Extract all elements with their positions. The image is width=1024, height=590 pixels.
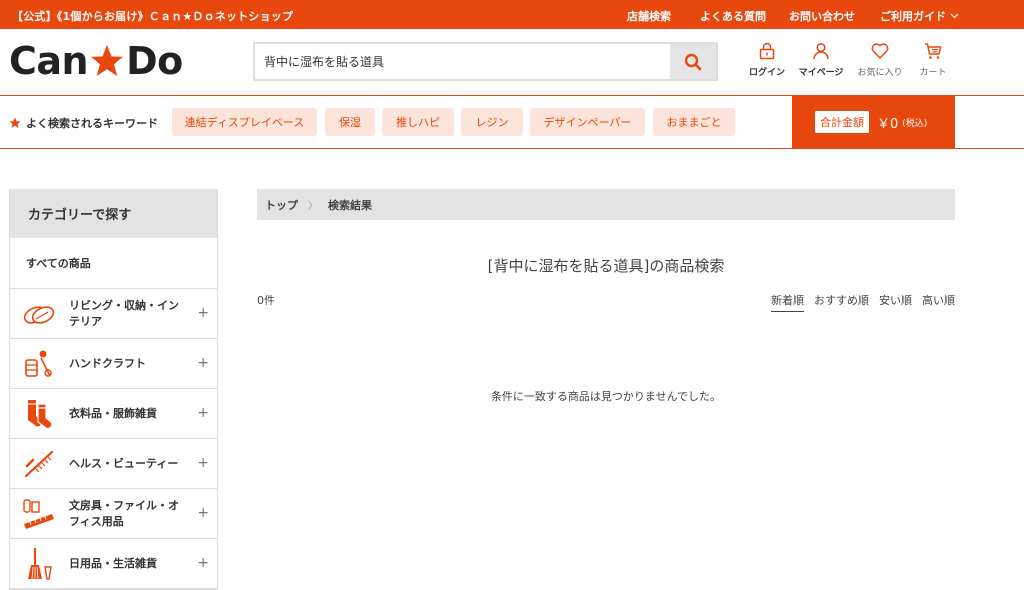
keyword-chip[interactable]: 推しハピ (382, 108, 454, 136)
sidebar-title: カテゴリーで探す (10, 189, 217, 238)
star-icon (9, 117, 21, 129)
expand-icon[interactable]: + (197, 405, 209, 421)
logo-text-right: Do (126, 39, 183, 83)
keyword-bar: よく検索されるキーワード 連結ディスプレイベース 保湿 推しハピ レジン デザイ… (0, 95, 1024, 149)
favorites-label: お気に入り (857, 68, 903, 78)
expand-icon[interactable]: + (197, 455, 209, 471)
site-tagline: 【公式】《1個からお届け》Ｃａｎ★Ｄｏネットショップ (12, 10, 294, 23)
sort-recommended[interactable]: おすすめ順 (814, 292, 869, 312)
category-sidebar: カテゴリーで探す すべての商品 リビング・収納・インテリア + ハンドクラフト … (9, 189, 218, 590)
logo-text-left: Can (9, 39, 89, 83)
keyword-heading: よく検索されるキーワード (9, 115, 158, 131)
keyword-chip[interactable]: 連結ディスプレイベース (172, 108, 317, 136)
cart-total-amount: ￥0 (877, 116, 899, 132)
breadcrumb-home[interactable]: トップ (265, 197, 298, 213)
sort-price-low[interactable]: 安い順 (879, 292, 912, 312)
result-count: 0件 (257, 294, 275, 307)
cart-button[interactable]: カート (903, 42, 963, 78)
lock-icon (737, 42, 797, 60)
chevron-down-icon (950, 13, 959, 19)
keyword-chip[interactable]: デザインペーパー (530, 108, 645, 136)
search-button[interactable] (670, 44, 716, 79)
craft-icon (22, 347, 56, 381)
store-search-link[interactable]: 店舗検索 (627, 8, 671, 24)
cart-label: カート (919, 68, 947, 78)
cart-total-box[interactable]: 合計金額 ￥0 (税込) (792, 96, 955, 148)
sidebar-item-clothing[interactable]: 衣料品・服飾雑貨 + (10, 389, 217, 439)
broom-icon (22, 547, 56, 581)
expand-icon[interactable]: + (197, 305, 209, 321)
sidebar-item-label: 文房具・ファイル・オフィス用品 (69, 498, 179, 528)
sidebar-item-living[interactable]: リビング・収納・インテリア + (10, 289, 217, 339)
sort-options: 新着順 おすすめ順 安い順 高い順 (771, 292, 955, 312)
mypage-button[interactable]: マイページ (791, 42, 851, 78)
breadcrumb-separator-icon: 〉 (308, 201, 318, 212)
heart-icon (850, 42, 910, 60)
contact-link[interactable]: お問い合わせ (789, 8, 855, 24)
page-title: [背中に湿布を貼る道具]の商品検索 (487, 257, 725, 275)
search-input[interactable] (255, 44, 670, 79)
expand-icon[interactable]: + (197, 355, 209, 371)
expand-icon[interactable]: + (197, 505, 209, 521)
cart-icon (903, 42, 963, 60)
keyword-label: よく検索されるキーワード (26, 117, 158, 130)
cart-total-label: 合計金額 (815, 111, 869, 133)
keyword-chip[interactable]: 保湿 (325, 108, 375, 136)
guide-menu[interactable]: ご利用ガイド (880, 8, 959, 24)
sidebar-item-label: ハンドクラフト (69, 356, 146, 370)
user-icon (791, 42, 851, 60)
sidebar-item-stationery[interactable]: 文房具・ファイル・オフィス用品 + (10, 489, 217, 539)
login-label: ログイン (748, 68, 785, 78)
sidebar-item-all[interactable]: すべての商品 (10, 238, 217, 289)
keyword-chip[interactable]: レジン (461, 108, 523, 136)
sidebar-item-label: 衣料品・服飾雑貨 (69, 406, 157, 420)
expand-icon[interactable]: + (197, 555, 209, 571)
logo-star-icon (90, 44, 124, 78)
sidebar-item-label: リビング・収納・インテリア (69, 298, 179, 328)
sort-newest[interactable]: 新着順 (771, 292, 804, 312)
sidebar-item-label: 日用品・生活雑貨 (69, 556, 157, 570)
socks-icon (22, 397, 56, 431)
login-button[interactable]: ログイン (737, 42, 797, 78)
breadcrumb: トップ 〉 検索結果 (257, 189, 955, 220)
sidebar-item-health[interactable]: ヘルス・ビューティー + (10, 439, 217, 489)
sidebar-item-daily[interactable]: 日用品・生活雑貨 + (10, 539, 217, 589)
sidebar-item-handcraft[interactable]: ハンドクラフト + (10, 339, 217, 389)
no-results-message: 条件に一致する商品は見つかりませんでした。 (490, 390, 722, 403)
faq-link[interactable]: よくある質問 (700, 8, 766, 24)
cart-total-tax: (税込) (902, 118, 928, 129)
favorites-button[interactable]: お気に入り (850, 42, 910, 78)
top-bar: 【公式】《1個からお届け》Ｃａｎ★Ｄｏネットショップ 店舗検索 よくある質問 お… (0, 0, 1024, 29)
search-box (253, 42, 718, 81)
sidebar-item-label: ヘルス・ビューティー (69, 456, 179, 470)
breadcrumb-current: 検索結果 (328, 198, 372, 212)
search-icon (684, 53, 702, 71)
sponge-icon (22, 297, 56, 331)
mypage-label: マイページ (798, 68, 844, 78)
sort-price-high[interactable]: 高い順 (922, 292, 955, 312)
guide-link-label: ご利用ガイド (880, 10, 946, 23)
stationery-icon (22, 497, 56, 531)
comb-icon (22, 447, 56, 481)
site-logo[interactable]: Can Do (9, 40, 183, 82)
keyword-chip[interactable]: おままごと (653, 108, 735, 136)
